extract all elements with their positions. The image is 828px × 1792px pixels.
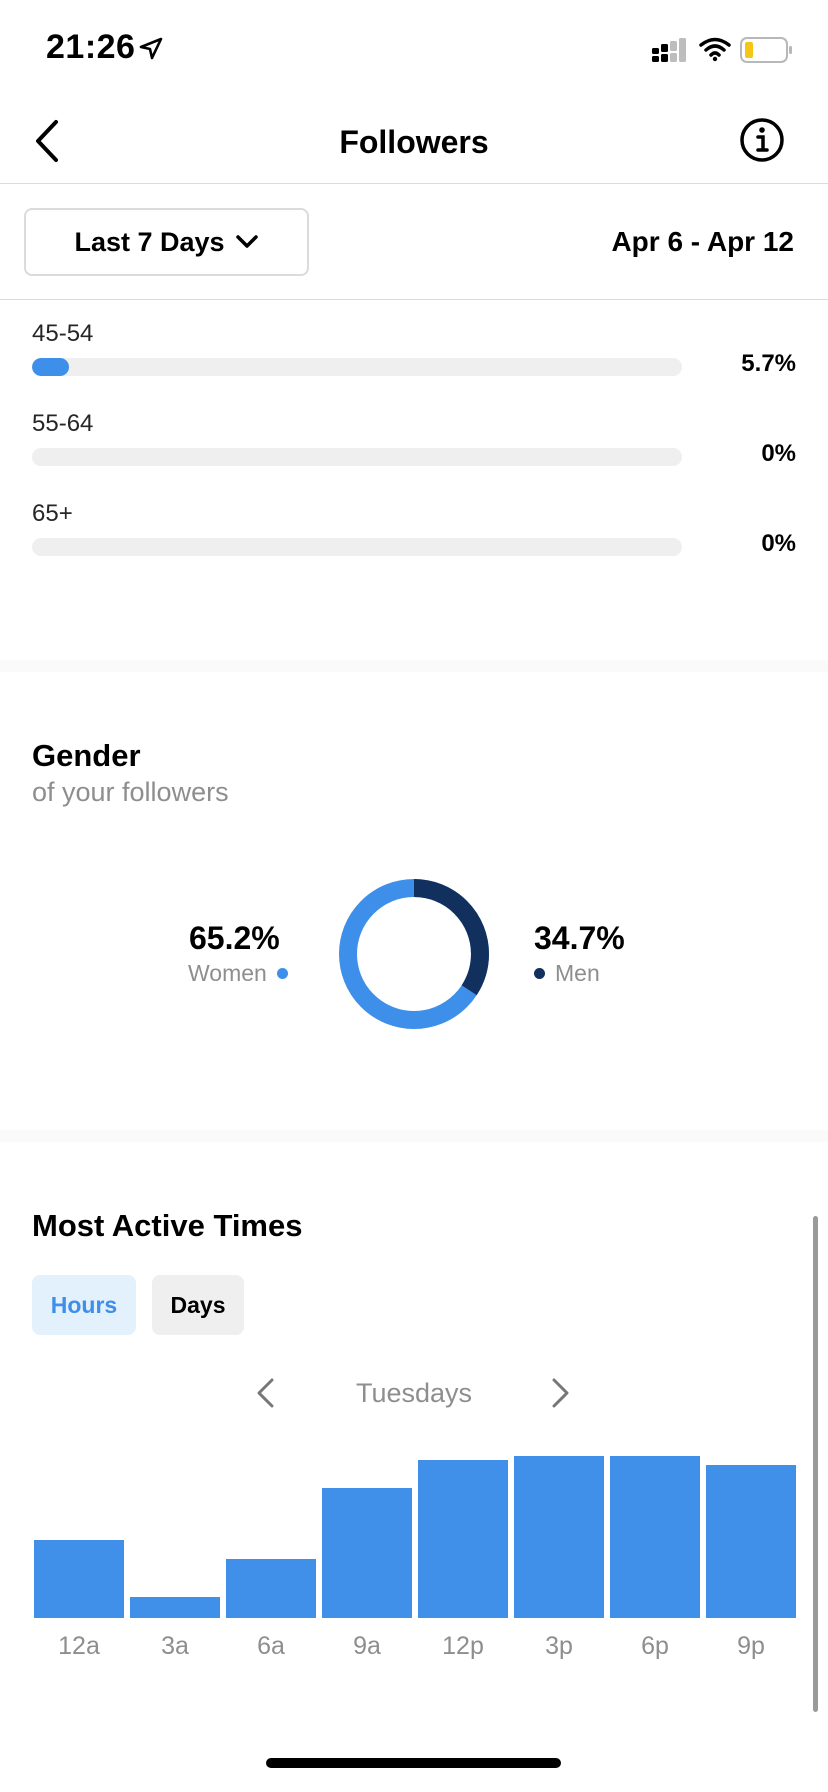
chart-bar <box>226 1559 316 1618</box>
active-times-bar-chart: 12a 3a 6a 9a 12p 3p 6p 9p <box>0 1440 828 1680</box>
cell-signal-icon <box>652 38 686 62</box>
age-bar-fill <box>32 358 70 376</box>
hours-toggle[interactable]: Hours <box>32 1275 136 1335</box>
status-bar: 21:26 <box>0 0 828 100</box>
age-label: 65+ <box>32 500 73 527</box>
scrollbar[interactable] <box>813 1216 818 1712</box>
chart-bar <box>322 1488 412 1618</box>
info-icon[interactable] <box>738 116 786 164</box>
wifi-icon <box>699 37 731 62</box>
age-row: 45-54 5.7% <box>32 320 796 380</box>
chart-x-label: 12a <box>58 1632 100 1660</box>
section-divider <box>0 660 828 672</box>
men-dot-icon <box>534 968 545 979</box>
gender-title: Gender <box>32 738 141 773</box>
chart-bar <box>34 1539 124 1618</box>
next-day-chevron-icon[interactable] <box>550 1376 572 1410</box>
chart-bar <box>130 1596 220 1618</box>
men-percentage: 34.7% <box>534 920 625 956</box>
most-active-times-title: Most Active Times <box>32 1208 303 1243</box>
age-label: 45-54 <box>32 320 94 347</box>
age-row: 55-64 0% <box>32 410 796 470</box>
page-title: Followers <box>339 124 489 160</box>
chart-x-label: 9p <box>737 1632 765 1660</box>
age-label: 55-64 <box>32 410 94 437</box>
age-value: 0% <box>761 440 796 467</box>
status-time: 21:26 <box>46 28 136 66</box>
section-divider <box>0 1130 828 1142</box>
gender-donut-chart <box>339 879 489 1029</box>
nav-bar: Followers <box>0 100 828 184</box>
age-bar-track <box>32 448 682 466</box>
location-arrow-icon <box>139 37 163 60</box>
home-indicator[interactable] <box>266 1758 561 1768</box>
age-bar-track <box>32 358 682 376</box>
chart-bar <box>610 1456 700 1618</box>
men-legend: Men <box>534 960 600 987</box>
date-range-text: Apr 6 - Apr 12 <box>611 226 794 257</box>
gender-subtitle: of your followers <box>32 777 229 807</box>
battery-icon <box>740 37 792 63</box>
filter-row: Last 7 Days Apr 6 - Apr 12 <box>0 184 828 300</box>
chart-bar <box>706 1464 796 1618</box>
chart-bar <box>514 1456 604 1618</box>
women-percentage: 65.2% <box>189 920 280 956</box>
women-label: Women <box>188 960 267 986</box>
age-value: 5.7% <box>741 350 796 377</box>
chart-bar <box>418 1459 508 1618</box>
days-toggle[interactable]: Days <box>152 1275 244 1335</box>
chart-x-label: 3p <box>545 1632 573 1660</box>
chevron-down-icon <box>235 235 258 248</box>
chart-x-label: 12p <box>442 1632 484 1660</box>
age-bar-track <box>32 538 682 556</box>
men-label: Men <box>555 960 600 986</box>
selected-day-label: Tuesdays <box>355 1378 473 1408</box>
chart-x-label: 9a <box>353 1632 381 1660</box>
chart-x-label: 3a <box>161 1632 189 1660</box>
age-value: 0% <box>761 530 796 557</box>
chart-x-label: 6p <box>641 1632 669 1660</box>
date-range-dropdown[interactable]: Last 7 Days <box>24 208 309 276</box>
chart-x-label: 6a <box>257 1632 285 1660</box>
age-row: 65+ 0% <box>32 500 796 560</box>
women-legend: Women <box>188 960 288 987</box>
date-range-dropdown-label: Last 7 Days <box>74 226 225 257</box>
women-dot-icon <box>276 968 288 979</box>
